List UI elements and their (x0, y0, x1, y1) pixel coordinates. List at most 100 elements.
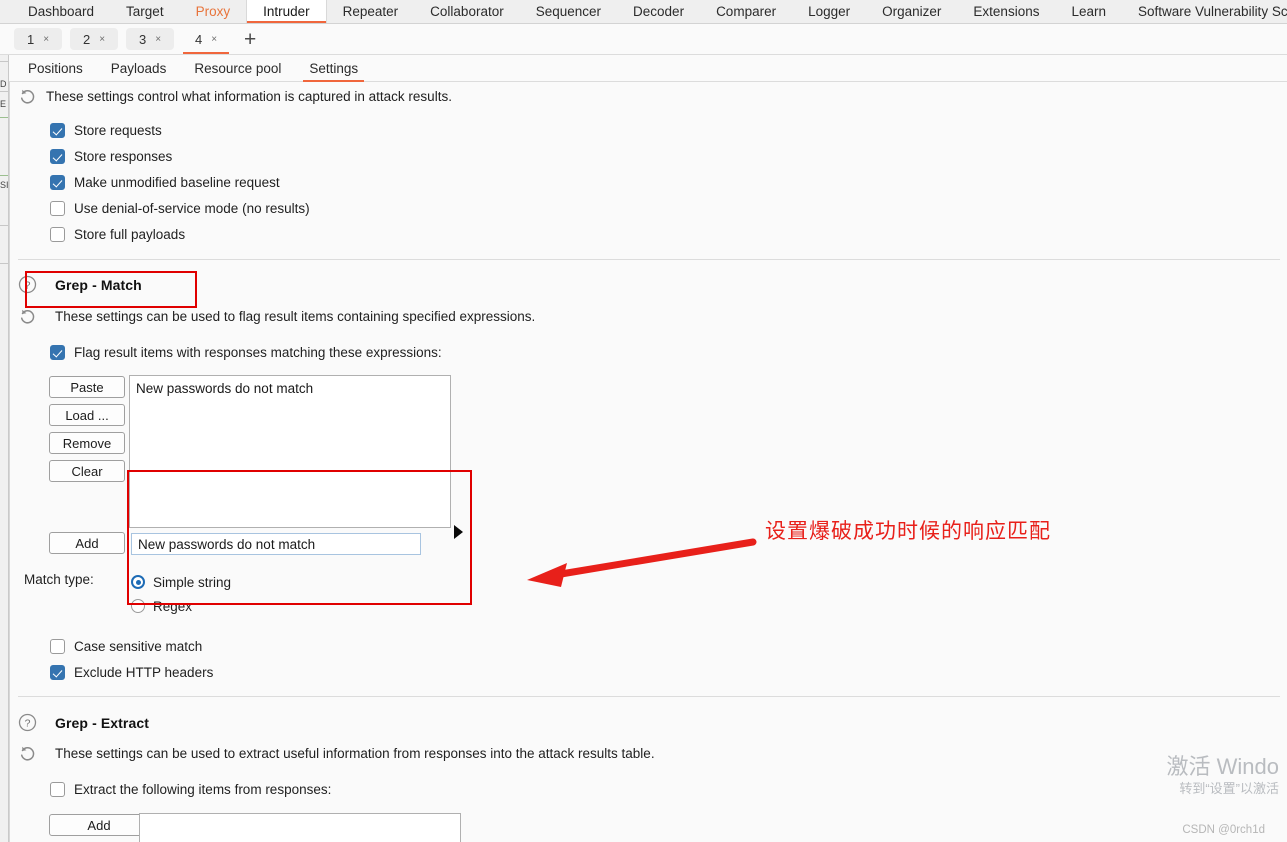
list-item[interactable]: New passwords do not match (136, 380, 444, 398)
nav-tab-proxy[interactable]: Proxy (180, 0, 247, 23)
close-icon[interactable]: × (99, 34, 105, 45)
clear-button[interactable]: Clear (49, 460, 125, 482)
checkbox-case-sensitive-match[interactable]: Case sensitive match (50, 635, 213, 658)
checkbox-label: Flag result items with responses matchin… (74, 345, 442, 360)
checkbox-use-denial-of-service-mode[interactable]: Use denial-of-service mode (no results) (50, 197, 310, 220)
checkbox-store-full-payloads[interactable]: Store full payloads (50, 223, 310, 246)
help-icon[interactable]: ? (18, 275, 37, 294)
attack-tab-1[interactable]: 1 × (14, 28, 62, 50)
checkbox-label: Case sensitive match (74, 639, 203, 654)
grep-match-options-group: Case sensitive match Exclude HTTP header… (50, 635, 213, 684)
checkbox-icon[interactable] (50, 639, 65, 654)
checkbox-extract-following-items[interactable]: Extract the following items from respons… (50, 778, 331, 801)
add-tab-button[interactable]: + (238, 29, 262, 50)
nav-tab-extensions[interactable]: Extensions (957, 0, 1055, 23)
tab-payloads[interactable]: Payloads (97, 55, 181, 82)
nav-tab-sequencer[interactable]: Sequencer (520, 0, 617, 23)
nav-tab-software-vulnerability-scanner[interactable]: Software Vulnerability Scanner (1122, 0, 1287, 23)
checkbox-label: Store responses (74, 149, 173, 164)
checkbox-label: Store full payloads (74, 227, 186, 242)
help-icon[interactable]: ? (18, 713, 37, 732)
nav-tab-collaborator[interactable]: Collaborator (414, 0, 520, 23)
nav-tab-organizer[interactable]: Organizer (866, 0, 957, 23)
new-expression-input[interactable]: New passwords do not match (131, 533, 421, 555)
radio-icon[interactable] (131, 575, 145, 589)
checkbox-icon[interactable] (50, 201, 65, 216)
undo-icon[interactable] (18, 307, 37, 326)
attack-tab-strip: 1 × 2 × 3 × 4 × + (0, 24, 1287, 55)
sliver-label-si: SI (0, 180, 9, 190)
attack-tab-1-label: 1 (26, 31, 35, 47)
attack-tab-2-label: 2 (82, 31, 91, 47)
nav-tab-learn[interactable]: Learn (1055, 0, 1122, 23)
paste-button[interactable]: Paste (49, 376, 125, 398)
match-type-label: Match type: (24, 572, 94, 587)
checkbox-exclude-http-headers[interactable]: Exclude HTTP headers (50, 661, 213, 684)
resize-caret-icon[interactable] (454, 525, 463, 539)
checkbox-flag-result-items[interactable]: Flag result items with responses matchin… (50, 341, 442, 364)
checkbox-make-unmodified-baseline-request[interactable]: Make unmodified baseline request (50, 171, 310, 194)
attack-results-checkbox-group: Store requests Store responses Make unmo… (50, 119, 310, 246)
grep-match-header-row: ? Grep - Match (18, 275, 142, 294)
checkbox-store-responses[interactable]: Store responses (50, 145, 310, 168)
nav-tab-logger[interactable]: Logger (792, 0, 866, 23)
main-navigation-bar: Dashboard Target Proxy Intruder Repeater… (0, 0, 1287, 24)
radio-regex[interactable]: Regex (131, 594, 231, 618)
attack-tab-2[interactable]: 2 × (70, 28, 118, 50)
grep-extract-description: These settings can be used to extract us… (55, 746, 655, 761)
checkbox-icon[interactable] (50, 665, 65, 680)
checkbox-icon[interactable] (50, 175, 65, 190)
grep-extract-title: Grep - Extract (55, 714, 149, 731)
nav-tab-dashboard[interactable]: Dashboard (12, 0, 110, 23)
match-type-radio-group: Simple string Regex (131, 570, 231, 618)
section-divider (18, 259, 1280, 260)
remove-button[interactable]: Remove (49, 432, 125, 454)
checkbox-icon[interactable] (50, 123, 65, 138)
attack-tab-4-label: 4 (194, 31, 203, 47)
add-extract-item-button[interactable]: Add (49, 814, 149, 836)
tab-settings[interactable]: Settings (295, 55, 372, 82)
nav-tab-intruder[interactable]: Intruder (246, 0, 327, 23)
checkbox-label: Make unmodified baseline request (74, 175, 280, 190)
undo-icon[interactable] (18, 87, 37, 106)
close-icon[interactable]: × (155, 34, 161, 45)
nav-tab-repeater[interactable]: Repeater (327, 0, 415, 23)
attack-tab-3[interactable]: 3 × (126, 28, 174, 50)
grep-extract-description-row: These settings can be used to extract us… (18, 744, 655, 763)
checkbox-store-requests[interactable]: Store requests (50, 119, 310, 142)
grep-match-description-row: These settings can be used to flag resul… (18, 307, 535, 326)
radio-icon[interactable] (131, 599, 145, 613)
grep-match-button-column: Paste Load ... Remove Clear (49, 376, 125, 488)
nav-tab-comparer[interactable]: Comparer (700, 0, 792, 23)
svg-text:?: ? (25, 717, 31, 729)
checkbox-icon[interactable] (50, 227, 65, 242)
extract-items-listbox[interactable] (139, 813, 461, 842)
attack-results-description: These settings control what information … (46, 89, 452, 104)
close-icon[interactable]: × (43, 34, 49, 45)
sliver-label-e: E (0, 99, 7, 109)
load-button[interactable]: Load ... (49, 404, 125, 426)
intruder-sub-tabs: Positions Payloads Resource pool Setting… (0, 55, 1287, 82)
close-icon[interactable]: × (211, 34, 217, 45)
attack-results-description-row: These settings control what information … (18, 87, 452, 106)
attack-tab-4[interactable]: 4 × (182, 28, 230, 54)
grep-extract-header-row: ? Grep - Extract (18, 713, 149, 732)
settings-content-pane: These settings control what information … (9, 82, 1287, 842)
checkbox-icon[interactable] (50, 149, 65, 164)
checkbox-icon[interactable] (50, 345, 65, 360)
radio-label: Simple string (153, 574, 232, 590)
tab-positions[interactable]: Positions (14, 55, 97, 82)
radio-label: Regex (153, 598, 193, 614)
checkbox-label: Store requests (74, 123, 162, 138)
grep-match-title: Grep - Match (55, 276, 142, 293)
add-expression-button[interactable]: Add (49, 532, 125, 554)
checkbox-icon[interactable] (50, 782, 65, 797)
annotation-note: 设置爆破成功时候的响应匹配 (765, 519, 1051, 543)
grep-match-description: These settings can be used to flag resul… (55, 309, 536, 324)
tab-resource-pool[interactable]: Resource pool (180, 55, 295, 82)
undo-icon[interactable] (18, 744, 37, 763)
radio-simple-string[interactable]: Simple string (131, 570, 231, 594)
match-expressions-listbox[interactable]: New passwords do not match (129, 375, 451, 528)
nav-tab-target[interactable]: Target (110, 0, 180, 23)
nav-tab-decoder[interactable]: Decoder (617, 0, 700, 23)
